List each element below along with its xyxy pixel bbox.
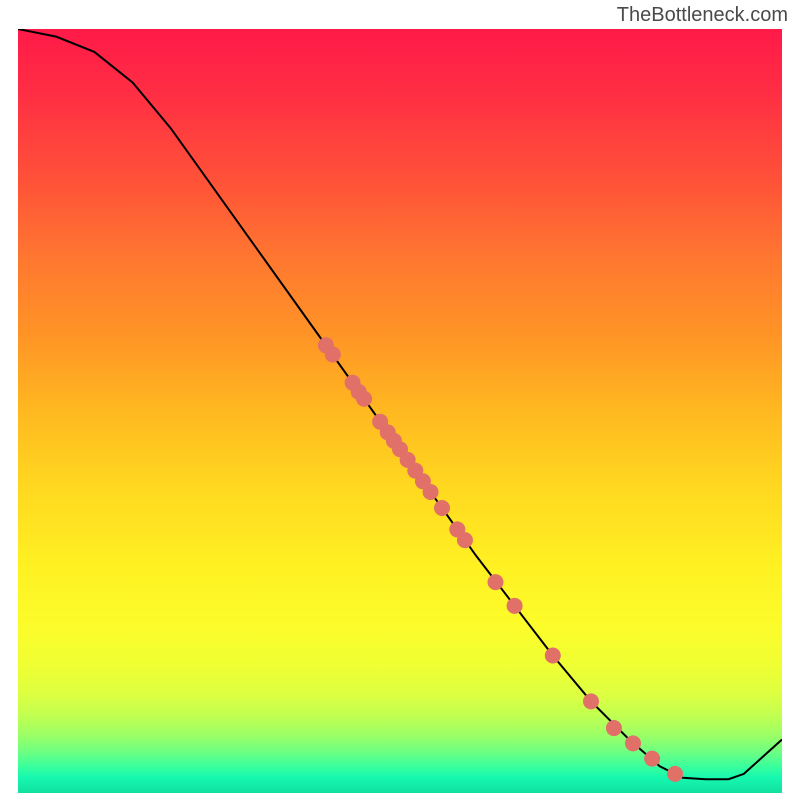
data-point: [356, 391, 372, 407]
data-point: [423, 484, 439, 500]
data-point: [644, 751, 660, 767]
data-point: [434, 500, 450, 516]
data-point: [507, 598, 523, 614]
chart-container: TheBottleneck.com: [0, 0, 800, 800]
data-point: [583, 693, 599, 709]
data-point: [488, 574, 504, 590]
data-points-group: [318, 337, 683, 782]
chart-svg: [18, 29, 782, 793]
plot-area: [18, 29, 782, 793]
data-point: [625, 735, 641, 751]
data-point: [667, 766, 683, 782]
data-point: [606, 720, 622, 736]
data-point: [325, 346, 341, 362]
chart-curve: [18, 29, 782, 779]
data-point: [545, 647, 561, 663]
data-point: [457, 532, 473, 548]
attribution-text: TheBottleneck.com: [617, 4, 788, 27]
